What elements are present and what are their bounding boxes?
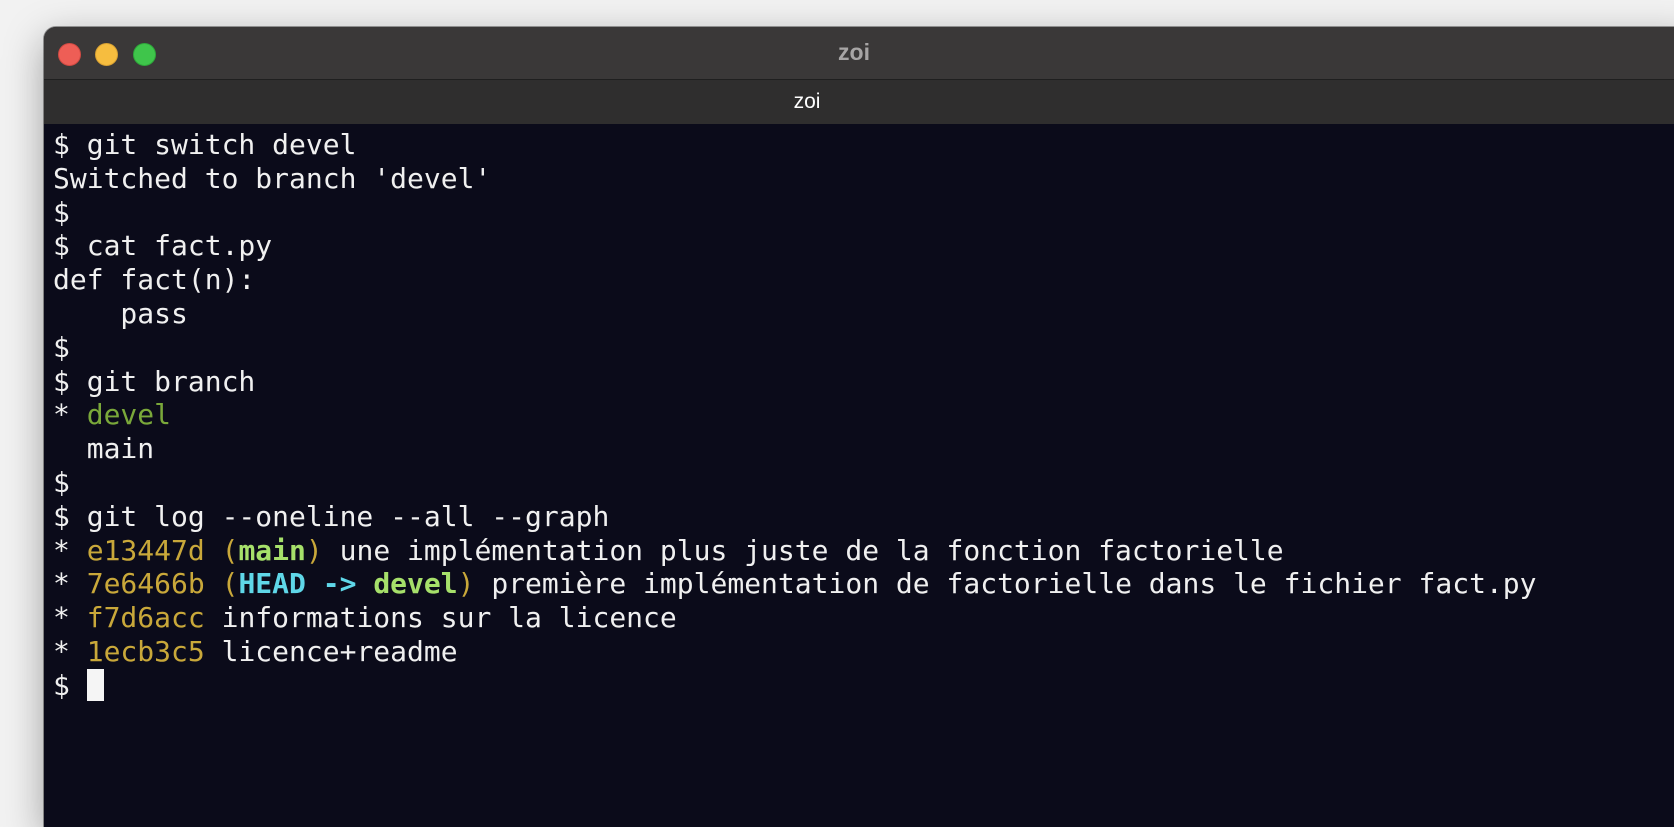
ref-open: ( bbox=[204, 567, 239, 601]
terminal-line: $ bbox=[53, 331, 1674, 365]
ref-head: HEAD bbox=[238, 567, 306, 601]
graph-marker: * bbox=[53, 634, 87, 668]
log-entry: * e13447d (main) une implémentation plus… bbox=[53, 534, 1674, 568]
terminal-line: main bbox=[53, 432, 1674, 466]
command: cat fact.py bbox=[69, 229, 273, 263]
ref-close: ) bbox=[457, 567, 475, 601]
log-entry: * 7e6466b (HEAD -> devel) première implé… bbox=[53, 567, 1674, 601]
commit-hash: 1ecb3c5 bbox=[86, 634, 205, 668]
commit-message: une implémentation plus juste de la fonc… bbox=[322, 533, 1284, 567]
prompt: $ bbox=[53, 668, 70, 702]
prompt: $ bbox=[53, 465, 70, 499]
graph-marker: * bbox=[53, 567, 87, 601]
commit-hash: e13447d bbox=[86, 533, 205, 567]
terminal-line: $ bbox=[53, 668, 1674, 703]
terminal-output[interactable]: $ git switch devel Switched to branch 'd… bbox=[44, 124, 1674, 827]
prompt: $ bbox=[53, 128, 70, 161]
terminal-line: $ cat fact.py bbox=[53, 229, 1674, 263]
ref-branch: devel bbox=[373, 567, 458, 601]
prompt: $ bbox=[53, 364, 70, 398]
ref-close: ) bbox=[305, 533, 323, 567]
commit-hash: f7d6acc bbox=[86, 601, 205, 635]
output-text: main bbox=[53, 432, 155, 466]
title-bar[interactable]: zoi bbox=[44, 27, 1674, 79]
ref-arrow: -> bbox=[305, 567, 374, 601]
terminal-line: Switched to branch 'devel' bbox=[53, 162, 1674, 196]
tab-bar: zoi bbox=[44, 79, 1674, 125]
output-text: Switched to branch 'devel' bbox=[53, 161, 492, 195]
graph-marker: * bbox=[53, 601, 87, 635]
text-cursor bbox=[86, 668, 104, 701]
terminal-window: zoi zoi $ git switch devel Switched to b… bbox=[44, 27, 1674, 827]
log-entry: * f7d6acc informations sur la licence bbox=[53, 601, 1674, 635]
commit-message: première implémentation de factorielle d… bbox=[474, 567, 1537, 601]
commit-message: informations sur la licence bbox=[204, 601, 677, 635]
prompt: $ bbox=[53, 229, 70, 263]
branch-marker: * bbox=[53, 398, 87, 432]
terminal-line: $ git branch bbox=[53, 365, 1674, 399]
ref-open: ( bbox=[204, 533, 239, 567]
terminal-line: * devel bbox=[53, 398, 1674, 432]
current-branch: devel bbox=[86, 398, 172, 432]
graph-marker: * bbox=[53, 533, 87, 567]
output-text: pass bbox=[53, 296, 188, 330]
prompt: $ bbox=[53, 330, 70, 364]
ref-branch: main bbox=[238, 533, 306, 567]
tab-zoi[interactable]: zoi bbox=[44, 90, 1570, 114]
prompt: $ bbox=[53, 499, 70, 533]
prompt: $ bbox=[53, 195, 70, 229]
output-text: def fact(n): bbox=[53, 263, 256, 297]
commit-message: licence+readme bbox=[204, 634, 458, 668]
commit-hash: 7e6466b bbox=[86, 567, 205, 601]
terminal-line: $ bbox=[53, 196, 1674, 230]
window-title: zoi bbox=[838, 39, 870, 65]
command: git switch devel bbox=[69, 128, 357, 161]
command: git log --oneline --all --graph bbox=[69, 499, 610, 533]
terminal-line: $ git switch devel bbox=[53, 128, 1674, 162]
command: git branch bbox=[69, 364, 256, 398]
terminal-line: def fact(n): bbox=[53, 263, 1674, 297]
terminal-line: $ git log --oneline --all --graph bbox=[53, 500, 1674, 534]
terminal-line: pass bbox=[53, 297, 1674, 331]
log-entry: * 1ecb3c5 licence+readme bbox=[53, 635, 1674, 669]
terminal-line: $ bbox=[53, 466, 1674, 500]
